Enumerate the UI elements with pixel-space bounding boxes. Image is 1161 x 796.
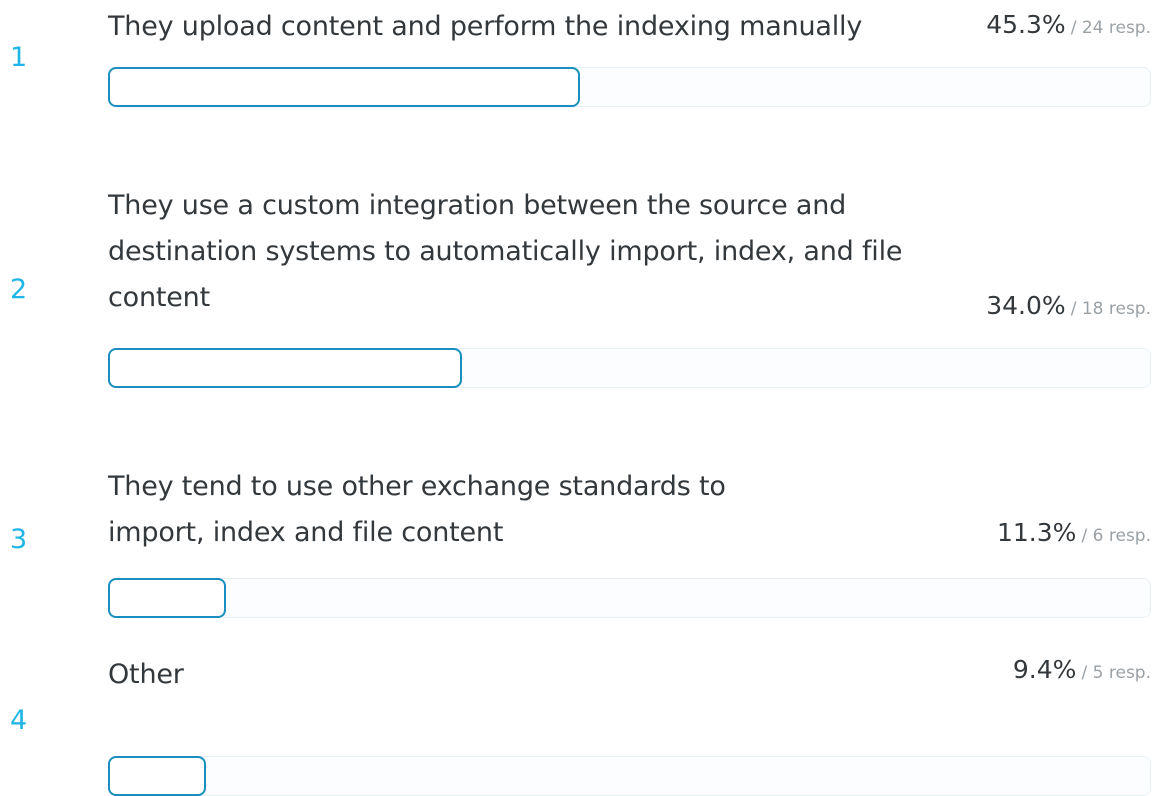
bar-track	[108, 578, 1151, 618]
percent-value: 9.4%	[1012, 655, 1077, 684]
answer-label: They use a custom integration between th…	[108, 190, 903, 313]
answer-stat: 9.4% / 5 resp.	[1013, 655, 1151, 684]
rank-number: 4	[10, 705, 28, 736]
bar-fill	[108, 756, 206, 796]
rank-number: 2	[10, 274, 28, 305]
bar-track	[108, 756, 1151, 796]
bar-fill	[108, 348, 462, 388]
responses-count: / 24 resp.	[1070, 18, 1151, 38]
responses-count: / 5 resp.	[1081, 663, 1151, 683]
responses-count: / 18 resp.	[1070, 299, 1151, 319]
rank-number: 1	[10, 42, 28, 73]
answer-label: They tend to use other exchange standard…	[108, 471, 726, 548]
bar-fill	[108, 578, 226, 618]
percent-value: 11.3%	[997, 518, 1077, 547]
answer-stat: 45.3% / 24 resp.	[986, 10, 1151, 39]
answer-label: They upload content and perform the inde…	[108, 11, 863, 42]
bar-track	[108, 67, 1151, 107]
percent-value: 45.3%	[986, 10, 1066, 39]
percent-value: 34.0%	[986, 291, 1066, 320]
responses-count: / 6 resp.	[1081, 526, 1151, 546]
rank-number: 3	[10, 524, 28, 555]
answer-stat: 11.3% / 6 resp.	[997, 518, 1151, 547]
answer-stat: 34.0% / 18 resp.	[986, 291, 1151, 320]
bar-fill	[108, 67, 580, 107]
bar-track	[108, 348, 1151, 388]
answer-label: Other	[108, 659, 184, 690]
